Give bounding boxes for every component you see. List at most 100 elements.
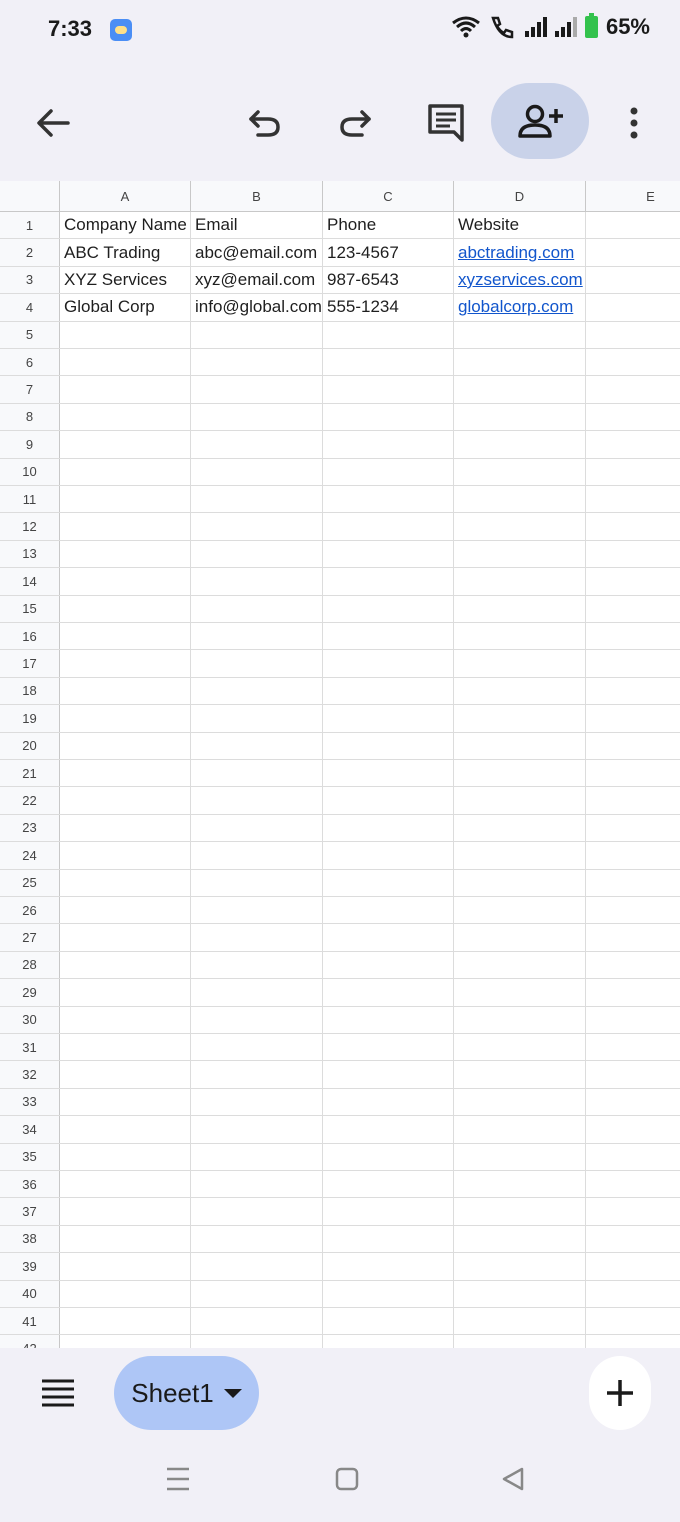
cell[interactable] xyxy=(191,1061,323,1088)
cell[interactable] xyxy=(60,1198,191,1225)
cell[interactable] xyxy=(454,1253,586,1280)
cell[interactable] xyxy=(191,403,323,431)
cell[interactable] xyxy=(323,1061,454,1088)
row-header[interactable]: 25 xyxy=(0,869,60,896)
cell[interactable] xyxy=(191,979,323,1006)
row-header[interactable]: 28 xyxy=(0,951,60,979)
cell[interactable] xyxy=(586,1308,680,1334)
cell[interactable] xyxy=(60,568,191,595)
cell[interactable] xyxy=(60,1116,191,1143)
row-header[interactable]: 35 xyxy=(0,1143,60,1170)
row-header[interactable]: 16 xyxy=(0,623,60,650)
cell[interactable] xyxy=(586,568,680,594)
cell[interactable]: 987-6543 xyxy=(323,266,454,294)
row-header[interactable]: 20 xyxy=(0,732,60,759)
cell[interactable] xyxy=(454,842,586,869)
cell[interactable] xyxy=(586,705,680,731)
cell[interactable] xyxy=(191,568,323,595)
cell[interactable] xyxy=(60,403,191,431)
cell[interactable] xyxy=(191,1088,323,1116)
spreadsheet-grid[interactable]: A B C D E 1 Company Name Email Phone Website… xyxy=(0,181,680,1348)
cell[interactable] xyxy=(60,595,191,622)
cell[interactable] xyxy=(60,677,191,705)
row-header[interactable]: 38 xyxy=(0,1225,60,1253)
cell[interactable] xyxy=(191,924,323,951)
cell[interactable] xyxy=(191,623,323,650)
cell[interactable] xyxy=(454,568,586,595)
cell[interactable] xyxy=(191,814,323,842)
cell[interactable]: Global Corp xyxy=(60,294,191,321)
cell[interactable] xyxy=(586,1226,680,1252)
cell[interactable]: info@global.com xyxy=(191,294,323,321)
cell[interactable] xyxy=(586,404,680,430)
cell[interactable] xyxy=(586,897,680,923)
cell[interactable] xyxy=(60,951,191,979)
row-header[interactable]: 19 xyxy=(0,705,60,732)
cell[interactable] xyxy=(191,349,323,376)
cell[interactable] xyxy=(60,349,191,376)
row-header[interactable]: 31 xyxy=(0,1034,60,1061)
row-header[interactable]: 4 xyxy=(0,294,60,321)
cell[interactable] xyxy=(60,1335,191,1348)
cell[interactable] xyxy=(586,376,680,402)
cell[interactable]: 123-4567 xyxy=(323,239,454,266)
row-header[interactable]: 13 xyxy=(0,540,60,568)
column-header-d[interactable]: D xyxy=(454,181,586,212)
cell[interactable] xyxy=(60,431,191,458)
cell[interactable] xyxy=(191,1280,323,1307)
cell[interactable] xyxy=(586,541,680,567)
cell[interactable] xyxy=(60,650,191,677)
cell[interactable] xyxy=(191,842,323,869)
cell[interactable] xyxy=(586,1281,680,1307)
back-nav-button[interactable] xyxy=(500,1466,526,1497)
cell[interactable] xyxy=(586,294,680,320)
cell[interactable] xyxy=(60,979,191,1006)
cell[interactable] xyxy=(60,540,191,568)
cell[interactable] xyxy=(323,1143,454,1170)
row-header[interactable]: 23 xyxy=(0,814,60,842)
cell[interactable] xyxy=(454,1171,586,1198)
row-header[interactable]: 27 xyxy=(0,924,60,951)
cell[interactable] xyxy=(60,705,191,732)
cell[interactable] xyxy=(191,1034,323,1061)
cell[interactable] xyxy=(586,1034,680,1060)
cell[interactable] xyxy=(191,869,323,896)
cell[interactable] xyxy=(586,349,680,375)
row-header[interactable]: 22 xyxy=(0,787,60,814)
row-header[interactable]: 24 xyxy=(0,842,60,869)
cell[interactable] xyxy=(191,760,323,787)
cell[interactable] xyxy=(586,815,680,841)
cell[interactable] xyxy=(454,951,586,979)
cell[interactable] xyxy=(60,732,191,759)
cell[interactable] xyxy=(454,376,586,403)
cell[interactable] xyxy=(586,1171,680,1197)
cell[interactable] xyxy=(191,1143,323,1170)
cell[interactable] xyxy=(323,842,454,869)
cell[interactable] xyxy=(454,1280,586,1307)
row-header[interactable]: 3 xyxy=(0,266,60,294)
cell[interactable] xyxy=(586,623,680,649)
cell[interactable] xyxy=(323,979,454,1006)
row-header[interactable]: 11 xyxy=(0,486,60,513)
cell[interactable]: Email xyxy=(191,212,323,239)
cell[interactable] xyxy=(586,596,680,622)
cell[interactable] xyxy=(454,1198,586,1225)
cell[interactable] xyxy=(454,814,586,842)
cell[interactable] xyxy=(60,1034,191,1061)
cell[interactable] xyxy=(60,1006,191,1033)
cell[interactable] xyxy=(454,431,586,458)
cell[interactable] xyxy=(191,376,323,403)
cell[interactable] xyxy=(191,650,323,677)
cell[interactable] xyxy=(586,924,680,950)
row-header[interactable]: 9 xyxy=(0,431,60,458)
row-header[interactable]: 10 xyxy=(0,458,60,485)
cell[interactable] xyxy=(191,705,323,732)
cell[interactable] xyxy=(454,677,586,705)
column-header-b[interactable]: B xyxy=(191,181,323,212)
cell[interactable] xyxy=(323,869,454,896)
cell[interactable] xyxy=(60,486,191,513)
cell[interactable] xyxy=(191,1335,323,1348)
cell[interactable] xyxy=(323,1116,454,1143)
cell[interactable] xyxy=(191,458,323,485)
cell[interactable] xyxy=(60,513,191,540)
